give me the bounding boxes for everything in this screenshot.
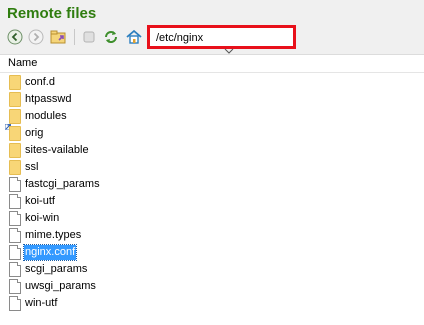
forward-button[interactable] <box>27 28 45 46</box>
list-item[interactable]: fastcgi_params <box>0 176 424 193</box>
list-item-label: conf.d <box>25 76 55 88</box>
list-item[interactable]: orig <box>0 125 424 142</box>
file-icon <box>9 211 21 226</box>
list-item[interactable]: conf.d <box>0 74 424 91</box>
column-name: Name <box>8 57 38 69</box>
file-icon <box>9 228 21 243</box>
list-item-label: modules <box>25 110 67 122</box>
list-item-label: scgi_params <box>25 263 88 275</box>
folder-icon <box>9 75 21 90</box>
parent-folder-button[interactable] <box>50 28 68 46</box>
folder-icon <box>9 126 21 141</box>
list-item[interactable]: ssl <box>0 159 424 176</box>
file-list: Name conf.d htpasswd modules orig sites-vail… <box>0 54 424 325</box>
list-item-label: koi-utf <box>25 195 55 207</box>
list-item[interactable]: sites-vailable <box>0 142 424 159</box>
list-item-label: htpasswd <box>25 93 72 105</box>
back-button[interactable] <box>6 28 24 46</box>
list-item-label: mime.types <box>25 229 82 241</box>
list-item[interactable]: uwsgi_params <box>0 278 424 295</box>
list-item[interactable]: modules <box>0 108 424 131</box>
toolbar-separator <box>74 29 75 45</box>
refresh-button[interactable] <box>102 28 120 46</box>
list-item[interactable]: win-utf <box>0 295 424 312</box>
forward-arrow-icon <box>28 29 44 45</box>
list-item-label: ssl <box>25 161 39 173</box>
column-header[interactable]: Name <box>0 55 424 73</box>
list-item-label: koi-win <box>25 212 60 224</box>
list-item[interactable]: htpasswd <box>0 91 424 108</box>
panel-title: Remote files <box>7 5 97 22</box>
list-item[interactable]: koi-win <box>0 210 424 227</box>
folder-icon <box>9 143 21 158</box>
stop-icon <box>83 31 95 43</box>
remote-files-window: Remote files /etc/nginx Name conf.d htpa… <box>0 0 424 325</box>
list-item-label: uwsgi_params <box>25 280 96 292</box>
shortcut-arrow-icon <box>4 117 12 131</box>
panel-header: Remote files <box>0 0 424 54</box>
file-icon <box>9 262 21 277</box>
file-icon <box>9 194 21 209</box>
folder-icon <box>9 160 21 175</box>
list-item-label: sites-vailable <box>25 144 89 156</box>
list-item[interactable]: scgi_params <box>0 261 424 278</box>
list-item[interactable]: mime.types <box>0 227 424 244</box>
stop-button[interactable] <box>80 28 98 46</box>
file-icon <box>9 245 21 260</box>
file-icon <box>9 279 21 294</box>
list-item[interactable]: nginx.conf <box>0 244 424 261</box>
path-highlight-box <box>147 25 296 49</box>
file-icon <box>9 296 21 311</box>
file-icon <box>9 177 21 192</box>
file-rows: conf.d htpasswd modules orig sites-vailable s… <box>0 74 424 312</box>
home-icon <box>126 29 142 44</box>
list-item-label: win-utf <box>25 297 58 309</box>
list-item-label: fastcgi_params <box>25 178 100 190</box>
list-item-label: nginx.conf <box>22 244 78 261</box>
parent-folder-icon <box>50 30 66 44</box>
list-item[interactable]: koi-utf <box>0 193 424 210</box>
refresh-icon <box>105 31 117 43</box>
path-input[interactable] <box>156 31 286 45</box>
home-button[interactable] <box>125 28 143 46</box>
list-item-label: orig <box>25 127 44 139</box>
back-arrow-icon <box>7 29 23 45</box>
folder-icon <box>9 92 21 107</box>
